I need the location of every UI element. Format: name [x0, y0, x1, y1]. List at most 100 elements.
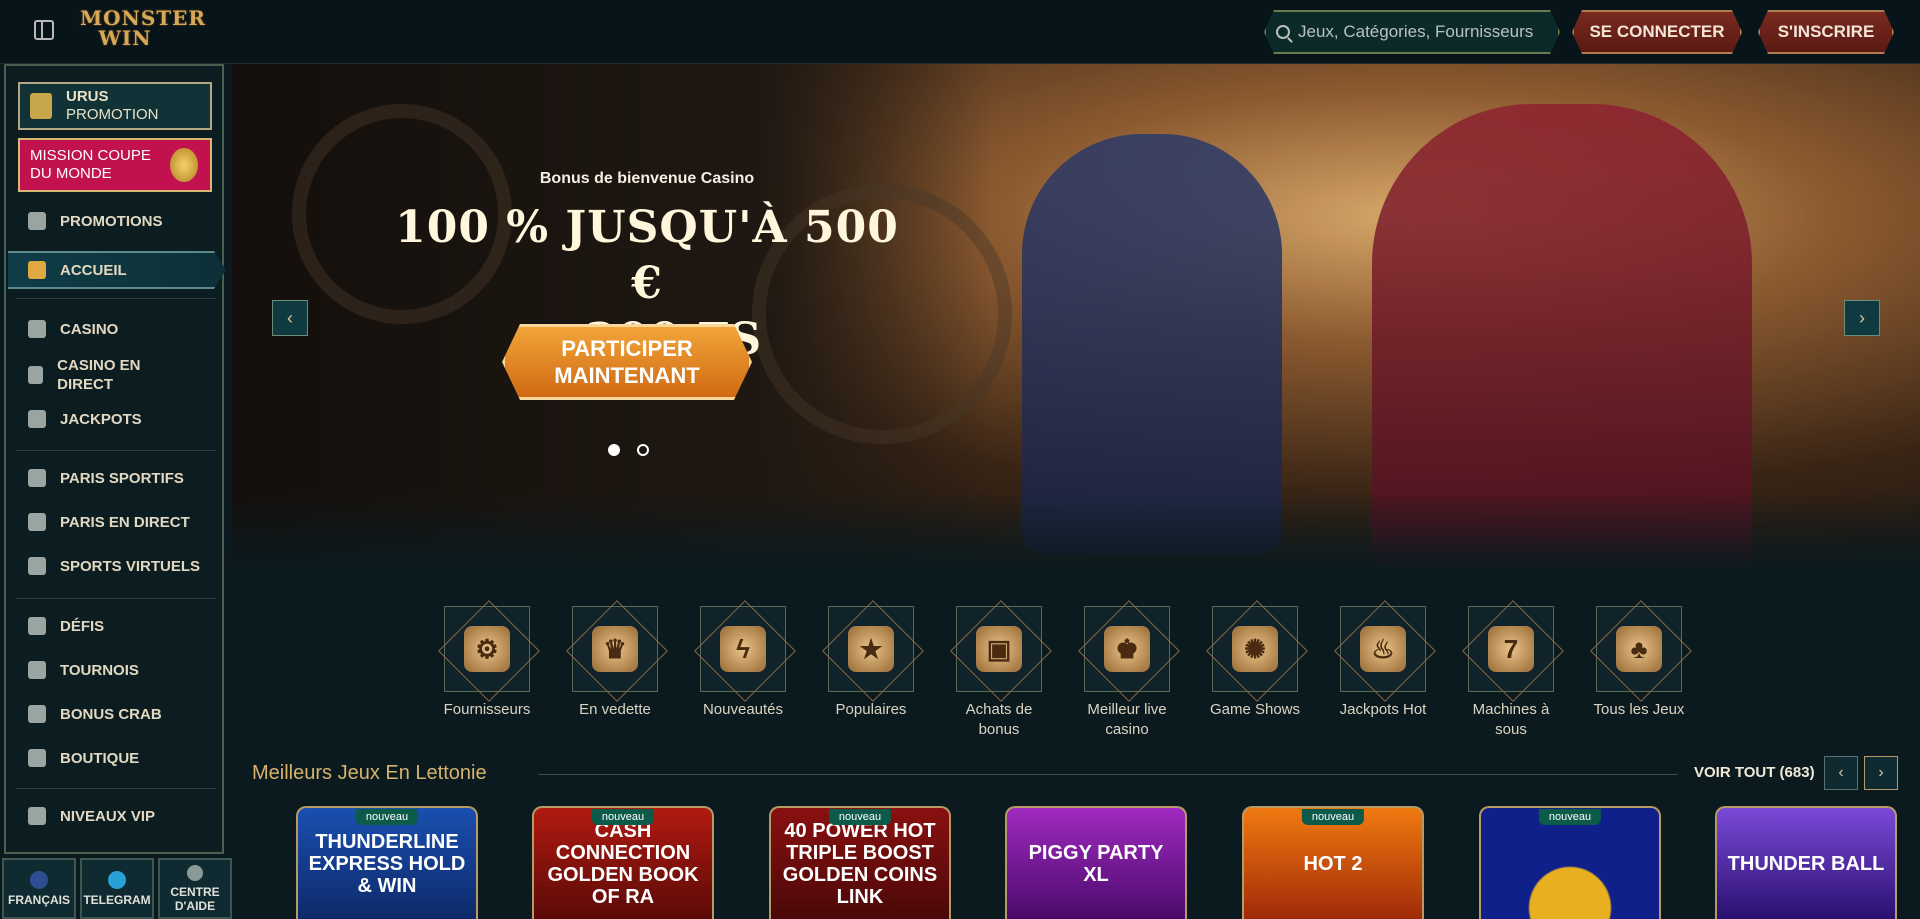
login-button[interactable]: SE CONNECTER [1572, 10, 1742, 54]
logo[interactable]: MONSTER WIN [80, 8, 205, 56]
search-placeholder: Jeux, Catégories, Fournisseurs [1298, 22, 1534, 41]
gift-icon [28, 212, 46, 230]
new-badge: nouveau [1538, 809, 1602, 825]
category-tile: ★ [828, 606, 914, 692]
sidebar-item-label: CASINO [60, 320, 119, 338]
slot-machine-icon: 7 [1488, 626, 1534, 672]
sidebar-item-label: CASINO EN DIRECT [57, 357, 141, 393]
category-achats-de-bonus[interactable]: ▣ Achats de bonus [944, 606, 1054, 740]
divider [16, 598, 216, 599]
sidebar-item-paris-sportifs[interactable]: PARIS SPORTIFS [28, 469, 184, 487]
slide-dot-1[interactable] [608, 444, 620, 456]
category-tile: ♨ [1340, 606, 1426, 692]
sidebar-item-bonus-crab[interactable]: BONUS CRAB [28, 705, 162, 723]
bull-icon [30, 93, 52, 119]
cta-line1: PARTICIPER [561, 336, 693, 361]
category-label: En vedette [579, 701, 651, 718]
see-all-link[interactable]: VOIR TOUT (683) [1694, 764, 1815, 781]
divider [16, 298, 216, 299]
sidebar-item-defis[interactable]: DÉFIS [28, 617, 104, 635]
search-input[interactable]: Jeux, Catégories, Fournisseurs [1264, 10, 1560, 54]
participate-now-button[interactable]: PARTICIPER MAINTENANT [502, 324, 752, 400]
menu-toggle-icon[interactable] [34, 20, 54, 40]
basketball-icon [28, 469, 46, 487]
slide-dot-2[interactable] [637, 444, 649, 456]
hero-prev-arrow[interactable]: ‹ [272, 300, 308, 336]
sidebar-item-casino-en-direct[interactable]: CASINO EN DIRECT [28, 356, 178, 394]
cherries-icon: ♣ [1616, 626, 1662, 672]
sidebar-item-boutique[interactable]: BOUTIQUE [28, 749, 139, 767]
category-tous-les-jeux[interactable]: ♣ Tous les Jeux [1584, 606, 1694, 720]
promo-urus-button[interactable]: URUS PROMOTION [18, 82, 212, 130]
sidebar-item-label: TOURNOIS [60, 661, 139, 679]
help-icon [187, 864, 203, 881]
category-machines-a-sous[interactable]: 7 Machines à sous [1456, 606, 1566, 740]
sidebar-item-label: BOUTIQUE [60, 749, 140, 767]
sidebar-bottom-buttons: FRANÇAIS TELEGRAM CENTRE D'AIDE [0, 858, 232, 919]
promo-mission-button[interactable]: MISSION COUPE DU MONDE [18, 138, 212, 192]
sidebar-item-jackpots[interactable]: JACKPOTS [28, 410, 142, 428]
sidebar-item-accueil[interactable]: ACCUEIL [28, 261, 127, 279]
games-prev-arrow[interactable]: ‹ [1824, 756, 1858, 790]
category-tile: 7 [1468, 606, 1554, 692]
hero-next-arrow[interactable]: › [1844, 300, 1880, 336]
category-label: Populaires [835, 701, 907, 718]
sidebar-item-label: PROMOTIONS [60, 212, 163, 230]
category-label: Achats de bonus [965, 701, 1033, 738]
top-bar: MONSTER WIN Jeux, Catégories, Fournisseu… [0, 0, 1920, 64]
category-en-vedette[interactable]: ♛ En vedette [560, 606, 670, 720]
help-label-line1: CENTRE [170, 884, 220, 899]
category-label: Fournisseurs [443, 701, 531, 718]
game-card-thunderline[interactable]: nouveau THUNDERLINE EXPRESS HOLD & WIN [296, 806, 478, 919]
sidebar-item-label: SPORTS VIRTUELS [60, 557, 201, 575]
category-nouveautes[interactable]: ϟ Nouveautés [688, 606, 798, 720]
game-card-piggy-party-xl[interactable]: PIGGY PARTY XL [1005, 806, 1187, 919]
games-next-arrow[interactable]: › [1864, 756, 1898, 790]
sidebar-item-label: ACCUEIL [60, 261, 127, 279]
language-button[interactable]: FRANÇAIS [2, 858, 76, 919]
category-populaires[interactable]: ★ Populaires [816, 606, 926, 720]
basket-icon [28, 749, 46, 767]
sidebar-item-promotions[interactable]: PROMOTIONS [28, 212, 163, 230]
category-meilleur-live-casino[interactable]: ♚ Meilleur live casino [1072, 606, 1182, 740]
hero-title-line1: 100 % JUSQU'À 500 € [395, 202, 899, 309]
new-badge: nouveau [828, 809, 892, 825]
new-badge: nouveau [591, 809, 655, 825]
sidebar-item-sports-virtuels[interactable]: SPORTS VIRTUELS [28, 557, 200, 575]
divider [16, 450, 216, 451]
help-center-button[interactable]: CENTRE D'AIDE [158, 858, 232, 919]
telegram-button[interactable]: TELEGRAM [80, 858, 154, 919]
promo-urus-title: URUS [66, 88, 109, 105]
eu-flag-icon [30, 870, 48, 889]
search-icon [1276, 25, 1290, 39]
hero-fade [232, 492, 1920, 572]
flame-icon: ♨ [1360, 626, 1406, 672]
lightning-icon: ϟ [720, 626, 766, 672]
category-fournisseurs[interactable]: ⚙ Fournisseurs [432, 606, 542, 720]
clover-icon [28, 410, 46, 428]
category-label: Meilleur live casino [1087, 701, 1167, 738]
game-title: THUNDER BALL [1727, 852, 1885, 875]
sidebar-item-label: PARIS SPORTIFS [60, 469, 184, 487]
hero-character-man [1022, 134, 1282, 554]
category-jackpots-hot[interactable]: ♨ Jackpots Hot [1328, 606, 1438, 720]
sidebar-item-tournois[interactable]: TOURNOIS [28, 661, 139, 679]
game-title: 40 POWER HOT TRIPLE BOOST GOLDEN COINS L… [782, 819, 938, 908]
sidebar-item-label: BONUS CRAB [60, 705, 162, 723]
category-tile: ♚ [1084, 606, 1170, 692]
game-card-40-power-hot[interactable]: nouveau 40 POWER HOT TRIPLE BOOST GOLDEN … [769, 806, 951, 919]
game-card-golden-book-of-ra[interactable]: nouveau CASH CONNECTION GOLDEN BOOK OF RA [532, 806, 714, 919]
category-tile: ♣ [1596, 606, 1682, 692]
game-card-thunder-ball[interactable]: THUNDER BALL [1715, 806, 1897, 919]
sidebar-item-paris-en-direct[interactable]: PARIS EN DIRECT [28, 513, 190, 531]
sidebar-item-niveaux-vip[interactable]: NIVEAUX VIP [28, 807, 155, 825]
category-game-shows[interactable]: ✺ Game Shows [1200, 606, 1310, 720]
game-title: PIGGY PARTY XL [1028, 841, 1164, 886]
category-bar: ⚙ Fournisseurs ♛ En vedette ϟ Nouveautés ★ P… [432, 606, 1732, 746]
category-label: Nouveautés [702, 701, 784, 718]
sidebar-item-casino[interactable]: CASINO [28, 320, 118, 338]
game-card-gold-coin[interactable]: nouveau [1479, 806, 1661, 919]
register-button[interactable]: S'INSCRIRE [1758, 10, 1894, 54]
category-label: Game Shows [1209, 701, 1301, 718]
game-card-hot-2[interactable]: nouveau HOT 2 [1242, 806, 1424, 919]
